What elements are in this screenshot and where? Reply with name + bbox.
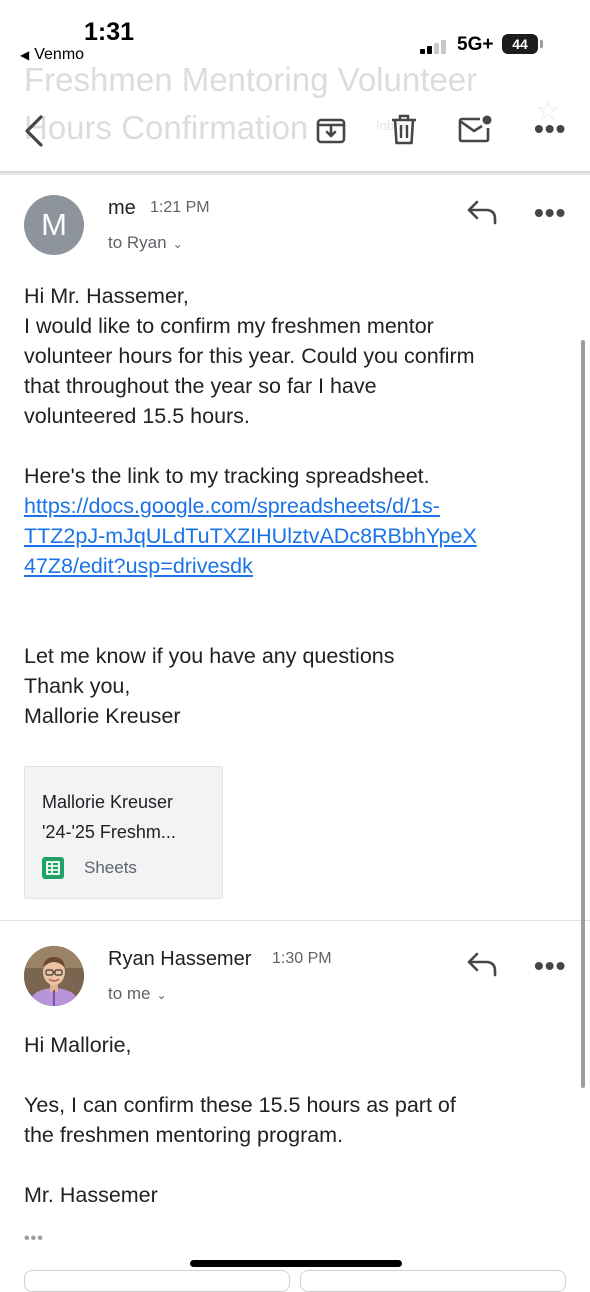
body-line: I would like to confirm my freshmen ment… bbox=[24, 314, 434, 338]
toolbar-shadow bbox=[0, 171, 590, 175]
attachment-name: Mallorie Kreuser '24-'25 Freshm... bbox=[42, 787, 176, 847]
avatar[interactable]: M bbox=[24, 195, 84, 255]
message-body: Hi Mallorie, Yes, I can confirm these 15… bbox=[24, 1030, 574, 1210]
closing-line: Thank you, bbox=[24, 674, 131, 698]
more-options-icon[interactable]: ••• bbox=[534, 113, 566, 145]
attachment-name-line: Mallorie Kreuser bbox=[42, 792, 174, 812]
back-arrow-icon[interactable] bbox=[22, 114, 46, 153]
network-type: 5G+ bbox=[457, 34, 494, 55]
chevron-down-icon: ⌄ bbox=[172, 237, 183, 251]
body-line: Yes, I can confirm these 15.5 hours as p… bbox=[24, 1093, 456, 1117]
battery-cap bbox=[540, 40, 543, 48]
show-trimmed-content-icon[interactable]: ••• bbox=[24, 1230, 44, 1248]
message-body: Hi Mr. Hassemer, I would like to confirm… bbox=[24, 281, 574, 731]
reply-button[interactable] bbox=[24, 1270, 290, 1292]
archive-icon[interactable] bbox=[316, 115, 346, 150]
sender-name: Ryan Hassemer bbox=[108, 948, 252, 970]
link-line[interactable]: 47Z8/edit?usp=drivesdk bbox=[24, 551, 574, 581]
home-indicator[interactable] bbox=[190, 1260, 402, 1267]
link-line[interactable]: TTZ2pJ-mJqULdTuTXZIHUlztvADc8RBbhYpeX bbox=[24, 521, 574, 551]
message-time: 1:30 PM bbox=[272, 950, 332, 967]
body-line bbox=[24, 1060, 574, 1090]
link-intro: Here's the link to my tracking spreadshe… bbox=[24, 464, 430, 488]
recipient-label: to Ryan bbox=[108, 233, 167, 252]
closing-line: Let me know if you have any questions bbox=[24, 644, 395, 668]
reply-icon[interactable] bbox=[466, 199, 498, 230]
battery-icon: 44 bbox=[502, 34, 538, 54]
body-line bbox=[24, 1150, 574, 1180]
sheets-icon bbox=[42, 857, 64, 879]
link-line[interactable]: https://docs.google.com/spreadsheets/d/1… bbox=[24, 491, 574, 521]
recipient-details[interactable]: to Ryan ⌄ bbox=[108, 233, 183, 253]
body-line: Hi Mr. Hassemer, bbox=[24, 284, 189, 308]
recipient-details[interactable]: to me ⌄ bbox=[108, 984, 167, 1004]
closing-line: Mallorie Kreuser bbox=[24, 704, 181, 728]
body-line: the freshmen mentoring program. bbox=[24, 1123, 344, 1147]
chevron-down-icon: ⌄ bbox=[156, 988, 167, 1002]
avatar[interactable] bbox=[24, 946, 84, 1006]
message-divider bbox=[0, 920, 590, 921]
sender-name: me bbox=[108, 197, 136, 219]
reply-icon[interactable] bbox=[466, 951, 498, 982]
attachment-type: Sheets bbox=[84, 858, 137, 877]
attachment-card[interactable]: Mallorie Kreuser '24-'25 Freshm... Sheet… bbox=[24, 766, 223, 899]
recipient-label: to me bbox=[108, 984, 151, 1003]
scrollbar[interactable] bbox=[581, 340, 585, 1088]
mark-unread-icon[interactable] bbox=[458, 114, 494, 149]
body-line: volunteered 15.5 hours. bbox=[24, 404, 250, 428]
message-time: 1:21 PM bbox=[150, 199, 210, 216]
message-more-icon[interactable]: ••• bbox=[534, 197, 566, 229]
attachment-name-line: '24-'25 Freshm... bbox=[42, 822, 176, 842]
body-line: Hi Mallorie, bbox=[24, 1033, 132, 1057]
body-line: volunteer hours for this year. Could you… bbox=[24, 344, 475, 368]
forward-button[interactable] bbox=[300, 1270, 566, 1292]
body-line: Mr. Hassemer bbox=[24, 1183, 158, 1207]
message-more-icon[interactable]: ••• bbox=[534, 950, 566, 982]
body-line: that throughout the year so far I have bbox=[24, 374, 377, 398]
spreadsheet-link[interactable]: https://docs.google.com/spreadsheets/d/1… bbox=[24, 491, 574, 581]
status-time: 1:31 bbox=[84, 18, 135, 46]
signal-strength-icon bbox=[420, 38, 454, 54]
trash-icon[interactable] bbox=[390, 114, 418, 151]
